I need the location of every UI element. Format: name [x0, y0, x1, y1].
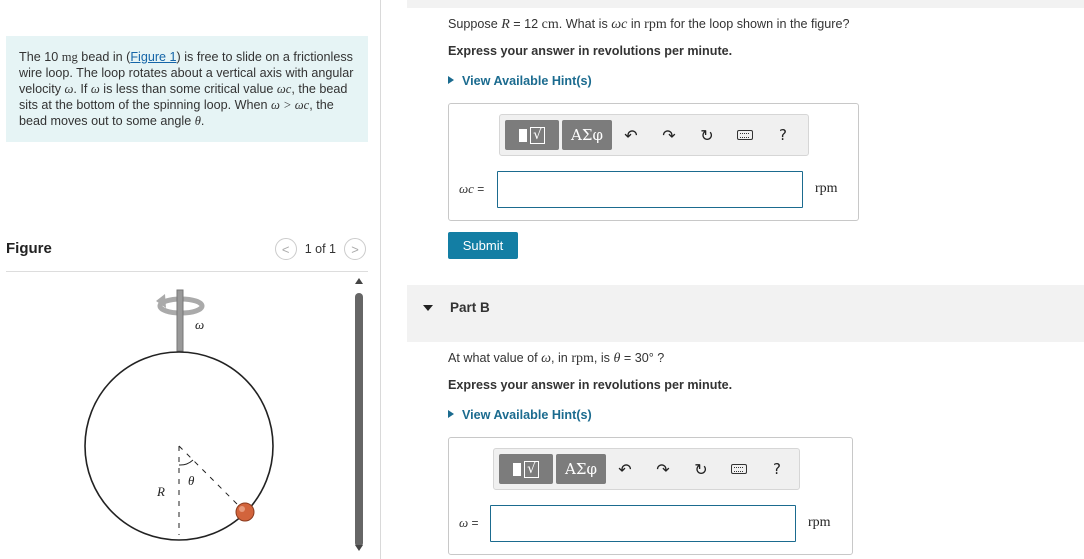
omega-c-symbol: ωc: [459, 181, 474, 196]
figure-header: Figure < 1 of 1 >: [6, 238, 368, 272]
figure-link[interactable]: Figure 1: [130, 50, 176, 64]
undo-icon[interactable]: ↶: [606, 454, 644, 484]
right-pane: Suppose R = 12 cm. What is ωc in rpm for…: [381, 0, 1084, 559]
problem-text: is less than some critical value: [99, 82, 277, 96]
cm-unit: cm: [541, 17, 559, 32]
page: The 10 mg bead in (Figure 1) is free to …: [0, 0, 1084, 559]
collapse-arrow-icon[interactable]: [423, 305, 433, 311]
sqrt-icon: √: [524, 460, 539, 478]
omega-c-symbol: ωc: [611, 17, 628, 32]
rpm-unit: rpm: [644, 17, 667, 32]
template-square-icon: [519, 128, 528, 142]
theta-arc: [178, 459, 194, 466]
prev-figure-button[interactable]: <: [274, 238, 297, 260]
redo-icon[interactable]: ↷: [644, 454, 682, 484]
part-b-math-toolbar: √ ΑΣφ ↶ ↷ ↻ ?: [493, 448, 800, 490]
equals-sign: =: [468, 516, 479, 530]
rpm-unit-label: rpm: [815, 181, 838, 196]
part-a-instruction: Express your answer in revolutions per m…: [448, 44, 733, 58]
redo-icon[interactable]: ↷: [650, 120, 688, 150]
omega-input[interactable]: [490, 505, 796, 542]
part-a-question: Suppose R = 12 cm. What is ωc in rpm for…: [448, 17, 849, 33]
question-text: At what value of: [448, 351, 542, 365]
omega-symbol: ω: [90, 82, 100, 96]
templates-button[interactable]: √: [499, 454, 553, 484]
omega-c-input[interactable]: [497, 171, 803, 208]
bead-highlight: [239, 506, 245, 512]
omega-label: ω: [195, 317, 204, 332]
left-pane: The 10 mg bead in (Figure 1) is free to …: [0, 0, 380, 559]
hint-label: View Available Hint(s): [462, 74, 592, 88]
pager-text: 1 of 1: [304, 242, 336, 256]
rpm-unit-label: rpm: [808, 515, 831, 530]
question-text: for the loop shown in the figure?: [666, 17, 850, 31]
problem-text: bead in (: [77, 50, 131, 64]
figure-title: Figure: [6, 240, 52, 257]
question-text: = 12: [509, 17, 542, 31]
part-a-hint-link[interactable]: View Available Hint(s): [448, 74, 592, 88]
part-b-answer-box: √ ΑΣφ ↶ ↷ ↻ ? ω = rpm: [448, 437, 853, 555]
greek-symbols-button[interactable]: ΑΣφ: [562, 120, 612, 150]
question-text: = 30° ?: [620, 351, 665, 365]
template-square-icon: [513, 462, 522, 476]
mass-unit: mg: [61, 50, 78, 64]
next-figure-button[interactable]: >: [344, 238, 366, 260]
help-button[interactable]: ?: [764, 120, 802, 150]
figure-pager: < 1 of 1 >: [274, 238, 366, 260]
radius-label: R: [156, 484, 165, 499]
axis-rod: [176, 289, 184, 352]
theta-label: θ: [188, 473, 195, 488]
submit-button[interactable]: Submit: [448, 232, 518, 259]
problem-text: . If: [73, 82, 91, 96]
part-a-answer-box: √ ΑΣφ ↶ ↷ ↻ ? ωc = rpm: [448, 103, 859, 221]
reset-icon[interactable]: ↻: [688, 120, 726, 150]
omega-symbol: ω: [459, 515, 469, 530]
problem-text: The 10: [19, 50, 62, 64]
part-a-header-band: [407, 0, 1084, 8]
bead: [235, 502, 255, 522]
part-b-instruction: Express your answer in revolutions per m…: [448, 378, 733, 392]
figure-image: ω θ R: [84, 289, 274, 541]
equals-sign: =: [473, 182, 485, 196]
keyboard-icon[interactable]: [726, 120, 764, 150]
question-text: . What is: [558, 17, 612, 31]
omega-comparison: ω > ωc: [271, 98, 310, 112]
scroll-up-icon[interactable]: [355, 278, 363, 284]
rpm-unit: rpm: [571, 351, 594, 366]
omega-label: ω =: [459, 515, 479, 531]
part-b-title: Part B: [450, 300, 490, 315]
scroll-down-icon[interactable]: [355, 545, 363, 551]
part-b-hint-link[interactable]: View Available Hint(s): [448, 408, 592, 422]
undo-icon[interactable]: ↶: [612, 120, 650, 150]
question-text: , is: [593, 351, 614, 365]
omega-c-symbol: ωc: [276, 82, 292, 96]
help-button[interactable]: ?: [758, 454, 796, 484]
scroll-thumb[interactable]: [355, 293, 363, 547]
hint-label: View Available Hint(s): [462, 408, 592, 422]
templates-button[interactable]: √: [505, 120, 559, 150]
part-a-math-toolbar: √ ΑΣφ ↶ ↷ ↻ ?: [499, 114, 809, 156]
omega-symbol: ω: [541, 351, 551, 366]
part-b-header[interactable]: [407, 285, 1084, 342]
keyboard-icon[interactable]: [720, 454, 758, 484]
figure-scrollbar[interactable]: [353, 278, 365, 559]
reset-icon[interactable]: ↻: [682, 454, 720, 484]
greek-symbols-button[interactable]: ΑΣφ: [556, 454, 606, 484]
sqrt-icon: √: [530, 126, 545, 144]
problem-text: .: [200, 114, 205, 128]
radius-symbol: R: [501, 17, 510, 32]
problem-statement: The 10 mg bead in (Figure 1) is free to …: [6, 36, 368, 142]
omega-c-label: ωc =: [459, 181, 484, 197]
expand-arrow-icon: [448, 410, 454, 418]
question-text: Suppose: [448, 17, 502, 31]
question-text: , in: [551, 351, 572, 365]
part-b-question: At what value of ω, in rpm, is θ = 30° ?: [448, 351, 664, 367]
question-text: in: [627, 17, 645, 31]
expand-arrow-icon: [448, 76, 454, 84]
